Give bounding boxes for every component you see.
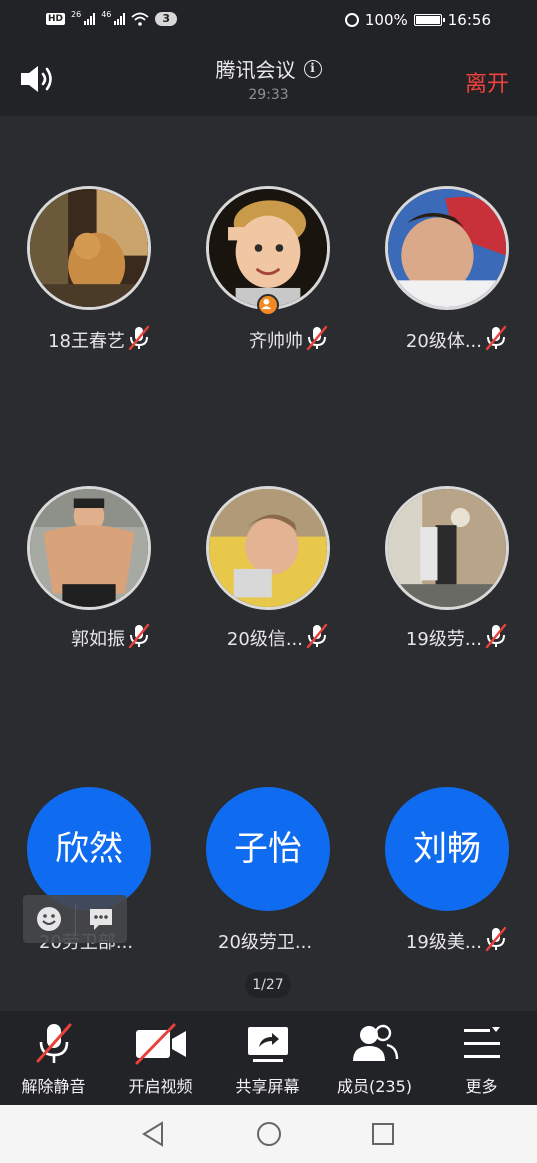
status-right: 100% 16:56 xyxy=(344,11,491,29)
signal-icon xyxy=(84,13,96,25)
reaction-divider xyxy=(75,903,76,935)
mic-muted-icon xyxy=(127,325,151,351)
participant-avatar[interactable] xyxy=(27,186,151,310)
mic-muted-icon xyxy=(484,623,508,649)
mic-muted-icon xyxy=(484,926,508,952)
meeting-title-row: 腾讯会议 i xyxy=(0,54,537,83)
participant-name: 20级体... xyxy=(405,331,482,352)
reaction-bar xyxy=(23,895,127,943)
participant-avatar[interactable] xyxy=(27,486,151,610)
members-icon xyxy=(352,1024,398,1061)
participant-name: 郭如振 xyxy=(71,629,125,650)
meeting-toolbar: 解除静音 开启视频 共享屏幕 成员(235) 更多 xyxy=(0,1011,537,1105)
meeting-title: 腾讯会议 xyxy=(215,58,296,82)
mic-muted-icon xyxy=(305,325,329,351)
video-off-icon xyxy=(135,1023,186,1065)
participant-name: 19级美... xyxy=(405,932,482,953)
system-nav-bar xyxy=(0,1105,537,1163)
alarm-icon xyxy=(344,13,359,27)
signal-icon-2 xyxy=(114,13,126,25)
participant-avatar[interactable] xyxy=(206,486,330,610)
participant-avatar[interactable] xyxy=(385,186,509,310)
participant-name: 18王春艺 xyxy=(48,331,125,352)
recents-icon[interactable] xyxy=(370,1120,396,1148)
participant-name: 20级劳卫... xyxy=(218,932,313,953)
mic-muted-icon xyxy=(484,325,508,351)
status-left: HD 26 46 3 xyxy=(46,9,178,26)
page-indicator[interactable]: 1/27 xyxy=(245,972,291,998)
battery-icon xyxy=(413,14,445,26)
wifi-icon xyxy=(131,12,149,26)
unmute-button[interactable]: 解除静音 xyxy=(0,1011,107,1105)
network-type-2: 46 xyxy=(101,9,112,19)
participant-name: 19级劳... xyxy=(405,629,482,650)
start-video-button[interactable]: 开启视频 xyxy=(107,1011,214,1105)
host-badge-icon xyxy=(257,294,279,316)
more-menu-icon xyxy=(463,1027,500,1058)
participant-avatar[interactable]: 刘畅 xyxy=(385,787,509,911)
members-button[interactable]: 成员(235) xyxy=(321,1011,428,1105)
home-icon[interactable] xyxy=(255,1120,283,1148)
hd-icon: HD xyxy=(46,13,66,25)
more-button[interactable]: 更多 xyxy=(428,1011,535,1105)
info-icon[interactable]: i xyxy=(303,59,322,78)
status-bar: HD 26 46 3 100% 16:56 xyxy=(0,0,537,42)
battery-percent: 100% xyxy=(364,11,408,29)
participant-avatar[interactable]: 欣然 xyxy=(27,787,151,911)
members-label: 成员(235) xyxy=(336,1077,413,1096)
clock: 16:56 xyxy=(447,11,491,29)
notification-count-badge: 3 xyxy=(155,12,178,26)
mic-muted-icon xyxy=(36,1023,71,1063)
share-screen-label: 共享屏幕 xyxy=(235,1077,300,1096)
leave-button[interactable]: 离开 xyxy=(465,66,509,98)
mic-muted-icon xyxy=(305,623,329,649)
meeting-timer: 29:33 xyxy=(248,87,289,103)
share-screen-button[interactable]: 共享屏幕 xyxy=(214,1011,321,1105)
participant-avatar[interactable] xyxy=(385,486,509,610)
chat-icon[interactable] xyxy=(87,905,115,933)
participant-avatar[interactable] xyxy=(206,186,330,310)
mic-muted-icon xyxy=(127,623,151,649)
emoji-icon[interactable] xyxy=(35,905,63,933)
unmute-label: 解除静音 xyxy=(21,1077,86,1096)
participant-name: 20级信... xyxy=(226,629,303,650)
meeting-header: 腾讯会议 i 29:33 离开 xyxy=(0,42,537,116)
back-icon[interactable] xyxy=(140,1120,166,1148)
participant-name: 齐帅帅 xyxy=(249,331,303,352)
network-type-1: 26 xyxy=(71,9,82,19)
share-screen-icon xyxy=(247,1027,288,1062)
start-video-label: 开启视频 xyxy=(128,1077,193,1096)
more-label: 更多 xyxy=(465,1077,498,1096)
participant-avatar[interactable]: 子怡 xyxy=(206,787,330,911)
